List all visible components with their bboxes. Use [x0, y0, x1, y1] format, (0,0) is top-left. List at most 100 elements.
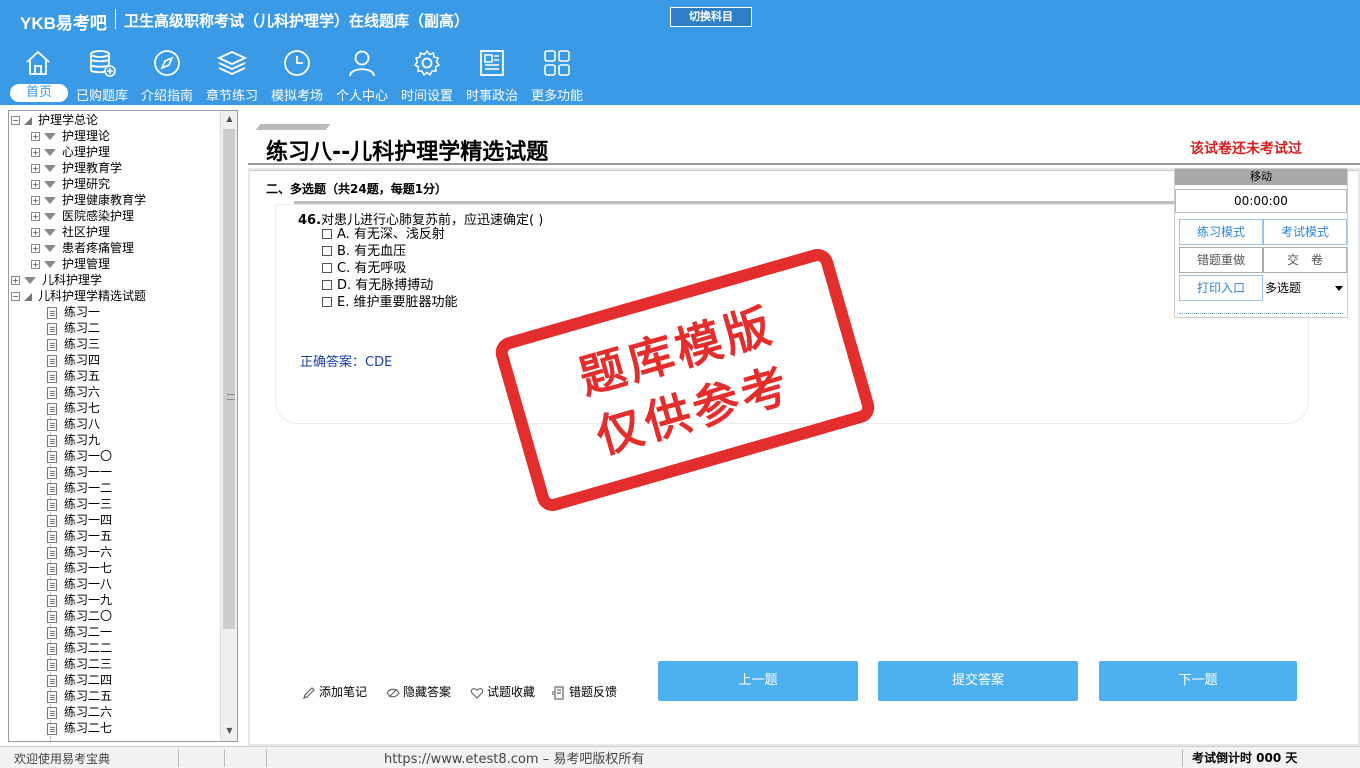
- tree-node-exercise[interactable]: 练习三: [47, 336, 100, 352]
- checkbox[interactable]: [322, 279, 332, 290]
- tree-node-exercise[interactable]: 练习九: [47, 432, 100, 448]
- checkbox[interactable]: [322, 296, 332, 307]
- tree-node-exercise[interactable]: 练习一五: [47, 528, 112, 544]
- panel-move-handle[interactable]: 移动: [1175, 169, 1347, 185]
- question-type-select[interactable]: 多选题: [1263, 275, 1347, 301]
- tree-node-label: 练习一九: [64, 593, 113, 607]
- exam-mode-button[interactable]: 考试模式: [1263, 219, 1347, 245]
- switch-subject-button[interactable]: 切换科目: [670, 7, 752, 27]
- scroll-down-icon[interactable]: ▼: [221, 723, 237, 739]
- tree-node-root[interactable]: − 儿科护理学精选试题: [11, 288, 146, 304]
- tree-node-exercise[interactable]: 练习二: [47, 320, 100, 336]
- tree-node-topic[interactable]: + 护理理论: [31, 128, 110, 144]
- tree-node-topic[interactable]: + 护理管理: [31, 256, 110, 272]
- expand-icon[interactable]: +: [31, 180, 40, 189]
- expand-icon[interactable]: +: [31, 212, 40, 221]
- tree-node-topic[interactable]: + 医院感染护理: [31, 208, 134, 224]
- expand-icon[interactable]: +: [31, 132, 40, 141]
- option-b[interactable]: B. 有无血压: [322, 243, 406, 260]
- hide-answer-button[interactable]: 隐藏答案: [386, 683, 451, 700]
- checkbox[interactable]: [322, 262, 332, 273]
- tree-node-exercise[interactable]: 练习一二: [47, 480, 112, 496]
- add-note-button[interactable]: 添加笔记: [302, 683, 367, 700]
- tree-node-exercise[interactable]: 练习一七: [47, 560, 112, 576]
- tree-node-exercise[interactable]: 练习二三: [47, 656, 112, 672]
- prev-question-button[interactable]: 上一题: [658, 661, 858, 701]
- redo-wrong-button[interactable]: 错题重做: [1179, 247, 1263, 273]
- tree-node-exercise[interactable]: 练习一〇: [47, 448, 112, 464]
- tree-node-exercise[interactable]: 练习一九: [47, 592, 112, 608]
- report-error-button[interactable]: 错题反馈: [552, 683, 617, 700]
- collapse-icon[interactable]: −: [11, 292, 20, 301]
- nav-more[interactable]: 更多功能: [525, 46, 589, 104]
- hand-in-button[interactable]: 交 卷: [1263, 247, 1347, 273]
- option-d[interactable]: D. 有无脉搏搏动: [322, 277, 433, 294]
- tree-node-exercise[interactable]: 练习二七: [47, 720, 112, 736]
- tree-node-topic[interactable]: + 护理健康教育学: [31, 192, 146, 208]
- tree-scrollbar[interactable]: ▲ ▼: [220, 111, 237, 741]
- expand-icon[interactable]: +: [31, 164, 40, 173]
- nav-label: 时间设置: [400, 89, 453, 104]
- expand-icon[interactable]: +: [31, 260, 40, 269]
- tree-node-exercise[interactable]: 练习八: [47, 416, 100, 432]
- expand-icon[interactable]: +: [31, 244, 40, 253]
- nav-guide[interactable]: 介绍指南: [135, 46, 199, 104]
- tree-node-label: 练习八: [64, 417, 101, 431]
- scroll-thumb[interactable]: [223, 129, 235, 629]
- tree-node-topic[interactable]: + 患者疼痛管理: [31, 240, 134, 256]
- tree-node-exercise[interactable]: 练习二〇: [47, 608, 112, 624]
- tree-node-topic[interactable]: + 护理教育学: [31, 160, 122, 176]
- tool-label: 隐藏答案: [403, 685, 452, 699]
- tree-node-label: 护理教育学: [62, 161, 123, 175]
- tree-node-exercise[interactable]: 练习二六: [47, 704, 112, 720]
- submit-answer-button[interactable]: 提交答案: [878, 661, 1078, 701]
- option-e[interactable]: E. 维护重要脏器功能: [322, 294, 457, 311]
- expand-icon[interactable]: +: [31, 148, 40, 157]
- tree-node-root[interactable]: − 护理学总论: [11, 112, 98, 128]
- title-divider: [248, 163, 1360, 165]
- collapse-icon[interactable]: −: [11, 116, 20, 125]
- tree-node-exercise[interactable]: 练习四: [47, 352, 100, 368]
- tree-node-exercise[interactable]: 练习一一: [47, 464, 112, 480]
- nav-purchased[interactable]: 已购题库: [70, 46, 134, 104]
- tree-node-exercise[interactable]: 练习六: [47, 384, 100, 400]
- tree-node-topic[interactable]: + 心理护理: [31, 144, 110, 160]
- checkbox[interactable]: [322, 245, 332, 256]
- tree-node-exercise[interactable]: 练习一三: [47, 496, 112, 512]
- expand-icon[interactable]: +: [31, 196, 40, 205]
- nav-chapters[interactable]: 章节练习: [200, 46, 264, 104]
- tree-node-exercise[interactable]: 练习一: [47, 304, 100, 320]
- option-c[interactable]: C. 有无呼吸: [322, 260, 406, 277]
- practice-mode-button[interactable]: 练习模式: [1179, 219, 1263, 245]
- option-a[interactable]: A. 有无深、浅反射: [322, 226, 445, 243]
- expand-icon[interactable]: +: [31, 228, 40, 237]
- tree-node-exercise[interactable]: 练习二一: [47, 624, 112, 640]
- tree-node-topic[interactable]: + 社区护理: [31, 224, 110, 240]
- tree-node-topic[interactable]: + 护理研究: [31, 176, 110, 192]
- tree-node-exercise[interactable]: 练习二二: [47, 640, 112, 656]
- tree-node-exercise[interactable]: 练习一四: [47, 512, 112, 528]
- nav-current-affairs[interactable]: 时事政治: [460, 46, 524, 104]
- nav-mock-exam[interactable]: 模拟考场: [265, 46, 329, 104]
- tree-node-exercise[interactable]: 练习二四: [47, 672, 112, 688]
- triangle-icon: [24, 116, 32, 125]
- nav-home[interactable]: 首页: [6, 46, 70, 104]
- tree-node-exercise[interactable]: 练习二五: [47, 688, 112, 704]
- tree-node-exercise[interactable]: 练习七: [47, 400, 100, 416]
- tree-node-exercise[interactable]: 练习五: [47, 368, 100, 384]
- document-icon: [47, 610, 57, 623]
- nav-personal[interactable]: 个人中心: [330, 46, 394, 104]
- triangle-icon: [44, 197, 56, 204]
- favorite-button[interactable]: 试题收藏: [470, 683, 535, 700]
- logo-divider: [115, 9, 116, 29]
- tree-node-exercise[interactable]: 练习一八: [47, 576, 112, 592]
- expand-icon[interactable]: +: [11, 276, 20, 285]
- tree-node-exercise[interactable]: 练习一六: [47, 544, 112, 560]
- nav-time-settings[interactable]: 时间设置: [395, 46, 459, 104]
- next-question-button[interactable]: 下一题: [1099, 661, 1297, 701]
- grid-icon: [544, 50, 570, 76]
- checkbox[interactable]: [322, 228, 332, 239]
- scroll-up-icon[interactable]: ▲: [221, 111, 237, 127]
- tree-node-root[interactable]: + 儿科护理学: [11, 272, 102, 288]
- print-button[interactable]: 打印入口: [1179, 275, 1263, 301]
